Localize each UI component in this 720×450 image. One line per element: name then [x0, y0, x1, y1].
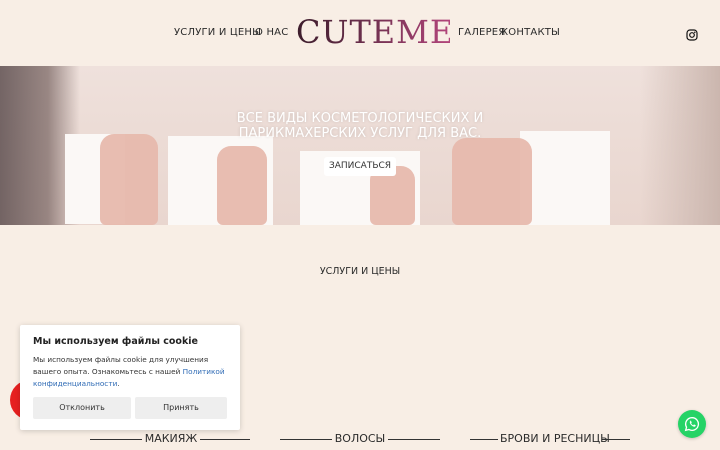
instagram-icon[interactable]: [686, 29, 698, 41]
divider-line: [470, 439, 498, 440]
salon-chair: [452, 138, 532, 225]
divider-line: [388, 439, 440, 440]
nav-contacts[interactable]: КОНТАКТЫ: [501, 27, 560, 38]
category-brows-lashes[interactable]: БРОВИ И РЕСНИЦЫ: [470, 432, 630, 446]
cookie-accept-button[interactable]: Принять: [135, 397, 227, 419]
divider-line: [602, 439, 630, 440]
book-appointment-button[interactable]: ЗАПИСАТЬСЯ: [324, 157, 396, 176]
divider-line: [90, 439, 142, 440]
category-makeup[interactable]: МАКИЯЖ: [90, 432, 250, 446]
site-logo[interactable]: CUTEME: [296, 12, 453, 52]
nav-gallery[interactable]: ГАЛЕРЕЯ: [458, 27, 505, 38]
cookie-consent-banner: Мы используем файлы cookie Мы используем…: [20, 325, 240, 430]
hero-headline-line: ПАРИКМАХЕРСКИХ УСЛУГ ДЛЯ ВАС.: [238, 126, 482, 141]
nav-services-prices[interactable]: УСЛУГИ И ЦЕНЫ: [174, 27, 261, 38]
category-label: МАКИЯЖ: [144, 432, 198, 445]
category-hair[interactable]: ВОЛОСЫ: [280, 432, 440, 446]
cookie-text-end: .: [117, 379, 120, 388]
nav-about[interactable]: О НАС: [255, 27, 288, 38]
salon-chair: [217, 146, 267, 225]
hero-headline-line: ВСЕ ВИДЫ КОСМЕТОЛОГИЧЕСКИХ И: [236, 111, 484, 126]
hero-background-shade-right: [640, 66, 720, 225]
category-label: БРОВИ И РЕСНИЦЫ: [500, 432, 610, 445]
site-header: УСЛУГИ И ЦЕНЫ О НАС CUTEME ГАЛЕРЕЯ КОНТА…: [0, 0, 720, 66]
salon-counter: [520, 131, 610, 225]
salon-chair: [100, 134, 158, 225]
whatsapp-chat-button[interactable]: [678, 410, 706, 438]
divider-line: [200, 439, 250, 440]
cookie-title: Мы используем файлы cookie: [33, 336, 198, 347]
divider-line: [280, 439, 332, 440]
services-section-title: УСЛУГИ И ЦЕНЫ: [319, 266, 401, 277]
cookie-text: Мы используем файлы cookie для улучшения…: [33, 354, 229, 390]
cookie-decline-button[interactable]: Отклонить: [33, 397, 131, 419]
whatsapp-icon: [684, 416, 700, 432]
hero-headline: ВСЕ ВИДЫ КОСМЕТОЛОГИЧЕСКИХ И ПАРИКМАХЕРС…: [210, 111, 510, 141]
hero-banner: ВСЕ ВИДЫ КОСМЕТОЛОГИЧЕСКИХ И ПАРИКМАХЕРС…: [0, 66, 720, 225]
category-label: ВОЛОСЫ: [334, 432, 386, 445]
